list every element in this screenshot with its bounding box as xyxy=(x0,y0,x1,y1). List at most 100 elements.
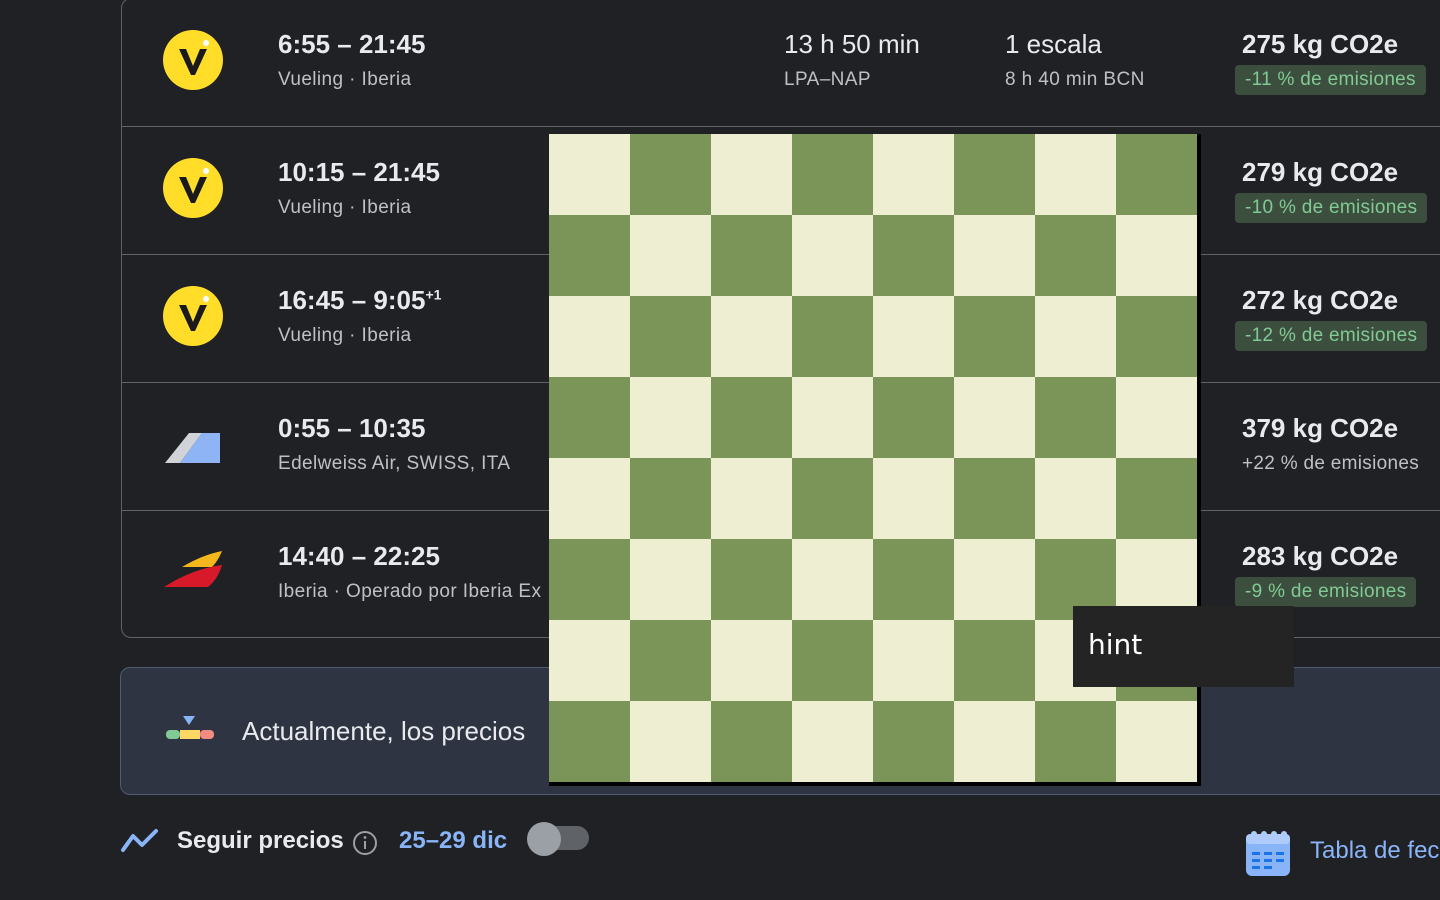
flight-stops: 1 escala xyxy=(1005,29,1102,59)
flight-route: LPA–NAP xyxy=(784,69,871,90)
chess-square[interactable] xyxy=(873,701,954,782)
chess-square[interactable] xyxy=(1116,134,1197,215)
chess-square[interactable] xyxy=(630,377,711,458)
chess-square[interactable] xyxy=(1035,701,1116,782)
chess-square[interactable] xyxy=(549,539,630,620)
chess-square[interactable] xyxy=(711,701,792,782)
flights-page: 6:55 – 21:45 Vueling · Iberia 13 h 50 mi… xyxy=(0,0,1440,900)
chess-square[interactable] xyxy=(873,539,954,620)
flight-time: 14:40 – 22:25 xyxy=(278,541,440,571)
vueling-logo-icon xyxy=(163,158,223,218)
chess-square[interactable] xyxy=(549,377,630,458)
chess-square[interactable] xyxy=(954,539,1035,620)
price-insight-text: Actualmente, los precios xyxy=(242,716,526,746)
edelweiss-logo-icon xyxy=(165,433,220,463)
chess-square[interactable] xyxy=(1035,377,1116,458)
co2-value: 272 kg CO2e xyxy=(1242,285,1399,315)
chess-square[interactable] xyxy=(1116,701,1197,782)
emissions-badge: +22 % de emisiones xyxy=(1242,453,1420,474)
chess-board[interactable] xyxy=(549,134,1201,786)
chess-square[interactable] xyxy=(630,620,711,701)
chess-square[interactable] xyxy=(792,296,873,377)
chess-square[interactable] xyxy=(549,620,630,701)
chess-square[interactable] xyxy=(873,134,954,215)
chess-square[interactable] xyxy=(954,377,1035,458)
emissions-badge: -12 % de emisiones xyxy=(1235,321,1428,351)
chess-square[interactable] xyxy=(954,701,1035,782)
track-prices-label: Seguir precios xyxy=(177,827,344,854)
chess-square[interactable] xyxy=(792,215,873,296)
flight-time: 6:55 – 21:45 xyxy=(278,29,426,59)
emissions-badge: -10 % de emisiones xyxy=(1235,193,1428,223)
chess-square[interactable] xyxy=(954,215,1035,296)
airline-names: Vueling · Iberia xyxy=(278,197,412,218)
chess-square[interactable] xyxy=(711,458,792,539)
chess-square[interactable] xyxy=(792,458,873,539)
track-dates: 25–29 dic xyxy=(399,827,508,854)
chess-square[interactable] xyxy=(1116,215,1197,296)
flight-time: 10:15 – 21:45 xyxy=(278,157,440,187)
price-range-icon xyxy=(166,716,214,739)
chess-square[interactable] xyxy=(873,620,954,701)
chess-square[interactable] xyxy=(1116,458,1197,539)
hint-button[interactable]: hint xyxy=(1073,606,1294,687)
hint-label: hint xyxy=(1088,628,1143,661)
chess-square[interactable] xyxy=(1035,458,1116,539)
co2-value: 283 kg CO2e xyxy=(1242,541,1399,571)
layover-info: 8 h 40 min BCN xyxy=(1005,69,1145,90)
toggle-knob xyxy=(527,822,561,856)
info-icon[interactable] xyxy=(352,830,378,856)
chess-square[interactable] xyxy=(792,701,873,782)
chess-square[interactable] xyxy=(873,296,954,377)
chess-square[interactable] xyxy=(1116,296,1197,377)
chess-square[interactable] xyxy=(1035,134,1116,215)
chess-square[interactable] xyxy=(1035,296,1116,377)
chess-square[interactable] xyxy=(954,458,1035,539)
chess-square[interactable] xyxy=(549,458,630,539)
chess-square[interactable] xyxy=(711,620,792,701)
airline-names: Vueling · Iberia xyxy=(278,325,412,346)
vueling-logo-icon xyxy=(163,286,223,346)
chess-square[interactable] xyxy=(711,134,792,215)
chess-square[interactable] xyxy=(630,134,711,215)
vueling-logo-icon xyxy=(163,30,223,90)
chess-square[interactable] xyxy=(873,377,954,458)
chess-square[interactable] xyxy=(630,215,711,296)
iberia-logo-icon xyxy=(164,551,222,587)
co2-value: 379 kg CO2e xyxy=(1242,413,1399,443)
chess-square[interactable] xyxy=(549,215,630,296)
emissions-badge: -11 % de emisiones xyxy=(1235,65,1426,95)
chess-square[interactable] xyxy=(549,701,630,782)
chess-square[interactable] xyxy=(792,539,873,620)
track-prices-toggle[interactable] xyxy=(527,822,591,856)
chess-square[interactable] xyxy=(873,458,954,539)
chess-square[interactable] xyxy=(873,215,954,296)
date-grid-link[interactable]: Tabla de fec xyxy=(1310,837,1439,865)
chess-square[interactable] xyxy=(630,701,711,782)
chess-square[interactable] xyxy=(549,296,630,377)
chess-square[interactable] xyxy=(792,134,873,215)
chess-square[interactable] xyxy=(630,296,711,377)
airline-names: Edelweiss Air, SWISS, ITA xyxy=(278,453,511,474)
emissions-badge: -9 % de emisiones xyxy=(1235,577,1417,607)
chess-square[interactable] xyxy=(1116,377,1197,458)
chess-square[interactable] xyxy=(1035,215,1116,296)
chess-square[interactable] xyxy=(711,215,792,296)
chess-square[interactable] xyxy=(792,377,873,458)
calendar-icon[interactable] xyxy=(1244,828,1292,878)
chess-square[interactable] xyxy=(954,620,1035,701)
flight-row[interactable]: 6:55 – 21:45 Vueling · Iberia 13 h 50 mi… xyxy=(122,0,1440,127)
chess-square[interactable] xyxy=(954,134,1035,215)
airline-names: Iberia · Operado por Iberia Ex xyxy=(278,581,542,602)
chess-square[interactable] xyxy=(954,296,1035,377)
chess-square[interactable] xyxy=(630,458,711,539)
chess-square[interactable] xyxy=(549,134,630,215)
chess-square[interactable] xyxy=(711,296,792,377)
chess-square[interactable] xyxy=(630,539,711,620)
chess-square[interactable] xyxy=(711,539,792,620)
flight-time: 0:55 – 10:35 xyxy=(278,413,426,443)
trend-icon xyxy=(121,829,158,852)
chess-square[interactable] xyxy=(711,377,792,458)
co2-value: 279 kg CO2e xyxy=(1242,157,1399,187)
chess-square[interactable] xyxy=(792,620,873,701)
